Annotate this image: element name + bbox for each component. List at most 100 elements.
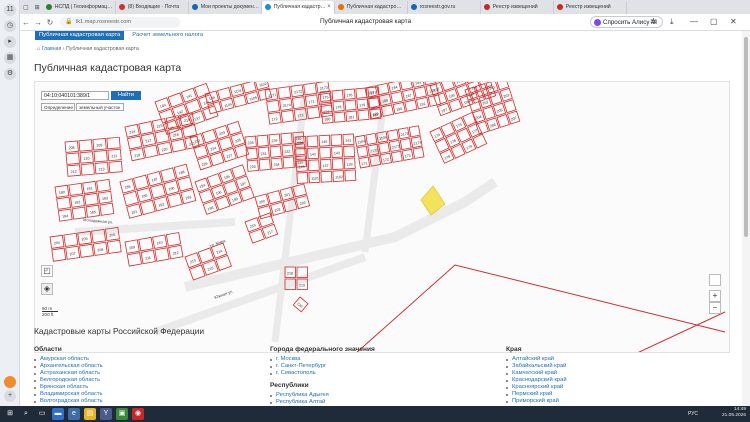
krai-link[interactable]: Забайкальский край <box>506 363 706 370</box>
parcel[interactable] <box>215 254 232 271</box>
select-area-icon[interactable]: ◰ <box>41 265 53 277</box>
parcel[interactable] <box>232 94 248 108</box>
browser-tab[interactable]: rosreestr.gov.ru <box>408 0 481 14</box>
reload-icon[interactable]: ↻ <box>44 18 56 27</box>
parcel[interactable] <box>331 89 344 101</box>
add-icon[interactable]: + <box>4 390 16 402</box>
parcel[interactable] <box>344 169 357 182</box>
parcel[interactable] <box>231 164 247 180</box>
app2-icon[interactable]: ◉ <box>132 408 144 420</box>
parcel[interactable] <box>108 160 123 174</box>
cadastral-search-input[interactable]: 04:10:040101:389/1 <box>41 91 109 100</box>
browser-tab[interactable]: Публичная кадастр… × <box>261 0 335 14</box>
parcel[interactable] <box>138 121 154 135</box>
parcel[interactable] <box>320 170 333 183</box>
city-link[interactable]: г. Москва <box>270 356 470 363</box>
fullscreen-icon[interactable] <box>709 274 721 286</box>
parcel[interactable] <box>166 192 183 208</box>
parcel[interactable] <box>256 134 269 147</box>
browser-tab[interactable]: НСПД | Геоинформац… <box>43 0 116 14</box>
parcel[interactable] <box>206 173 223 188</box>
krai-link[interactable]: Красноярский край <box>506 384 706 391</box>
browser-menu-icon[interactable]: ▢ <box>20 4 32 11</box>
parcel[interactable] <box>280 132 293 145</box>
task-view-icon[interactable]: ▭ <box>36 408 48 420</box>
parcel[interactable] <box>245 147 258 160</box>
parcel[interactable] <box>217 136 234 151</box>
app-icon[interactable]: ▣ <box>116 408 128 420</box>
parcel[interactable] <box>154 129 170 144</box>
parcel[interactable] <box>343 145 356 158</box>
url-field[interactable]: 🔒 lk1.map.rosreestr.com <box>60 16 180 28</box>
parcel[interactable] <box>154 247 170 262</box>
settings-icon[interactable]: ⚙ <box>4 68 16 80</box>
parcel[interactable] <box>239 186 255 202</box>
parcel[interactable] <box>390 91 404 104</box>
history-icon[interactable]: ◷ <box>4 20 16 32</box>
downloads-icon[interactable]: ⤓ <box>670 17 674 27</box>
home-icon[interactable]: ⌂ <box>37 46 40 52</box>
parcel[interactable] <box>269 145 282 158</box>
parcel[interactable] <box>267 190 282 205</box>
parcel[interactable] <box>475 120 489 135</box>
parcel[interactable] <box>357 109 370 121</box>
oblast-link[interactable]: Брянская область <box>34 384 234 391</box>
parcel[interactable] <box>503 99 517 114</box>
oblast-link[interactable]: Амурская область <box>34 356 234 363</box>
parcel[interactable] <box>217 87 232 101</box>
edge-icon[interactable]: e <box>68 408 80 420</box>
parcel[interactable] <box>80 163 95 176</box>
parcel[interactable] <box>138 236 154 252</box>
parcel[interactable] <box>65 152 80 165</box>
parcel[interactable] <box>387 129 399 142</box>
parcel[interactable] <box>96 178 111 193</box>
parcel[interactable] <box>448 98 463 113</box>
parcel[interactable] <box>365 132 378 145</box>
parcel[interactable] <box>496 113 510 128</box>
parcel[interactable] <box>330 134 343 147</box>
krai-link[interactable]: Камчатский край <box>506 370 706 377</box>
parcel[interactable] <box>68 182 84 196</box>
tab-close-icon[interactable]: × <box>327 4 331 10</box>
layers-icon[interactable]: ◈ <box>41 283 53 295</box>
republic-link[interactable]: Республика Адыгея <box>270 392 470 399</box>
parcel[interactable] <box>408 125 421 138</box>
language-indicator[interactable]: РУС <box>688 411 698 417</box>
minimize-icon[interactable]: — <box>690 17 698 26</box>
parcel[interactable] <box>266 99 280 113</box>
parcel[interactable] <box>78 139 93 152</box>
parcel[interactable] <box>160 167 177 183</box>
parcel[interactable] <box>149 183 166 199</box>
forward-icon[interactable]: → <box>32 18 44 27</box>
parcel[interactable] <box>165 232 182 247</box>
parcel[interactable] <box>143 144 159 159</box>
parcel[interactable] <box>214 195 231 211</box>
parcel[interactable] <box>344 99 357 111</box>
clock[interactable]: 14:49 21.05.2026 <box>722 407 746 419</box>
parcel[interactable] <box>404 99 418 112</box>
scrollbar-thumb[interactable] <box>744 37 748 237</box>
parcel[interactable] <box>99 202 115 216</box>
parcel[interactable] <box>170 138 186 153</box>
browser-tab[interactable]: Реестр извещений <box>481 0 554 14</box>
tab-land-tax[interactable]: Расчет земельного налога <box>124 31 211 40</box>
parcel[interactable] <box>482 105 496 120</box>
calendar-icon[interactable]: ▦ <box>4 52 16 64</box>
parcel[interactable] <box>277 86 292 100</box>
parcel[interactable] <box>390 150 403 163</box>
close-icon[interactable]: ✕ <box>730 17 737 26</box>
cadastral-map[interactable]: 140 141 142 143 145 137 139 1101 1102 1104 1105 217… <box>34 81 730 353</box>
parcel[interactable] <box>176 176 193 192</box>
find-button[interactable]: Найти <box>111 91 141 100</box>
krai-link[interactable]: Алтайский край <box>506 356 706 363</box>
browser-tab[interactable]: Мои проекты докумен… <box>189 0 262 14</box>
parcel[interactable] <box>306 135 319 148</box>
parcel[interactable] <box>223 179 239 195</box>
parcel[interactable] <box>412 147 425 159</box>
tab-counter-icon[interactable]: 11 <box>4 4 16 16</box>
start-icon[interactable]: ⊞ <box>4 408 16 420</box>
parcel[interactable] <box>83 192 99 206</box>
play-icon[interactable]: ▸ <box>4 36 16 48</box>
krai-link[interactable]: Пермский край <box>506 391 706 398</box>
parcel[interactable] <box>139 199 156 216</box>
